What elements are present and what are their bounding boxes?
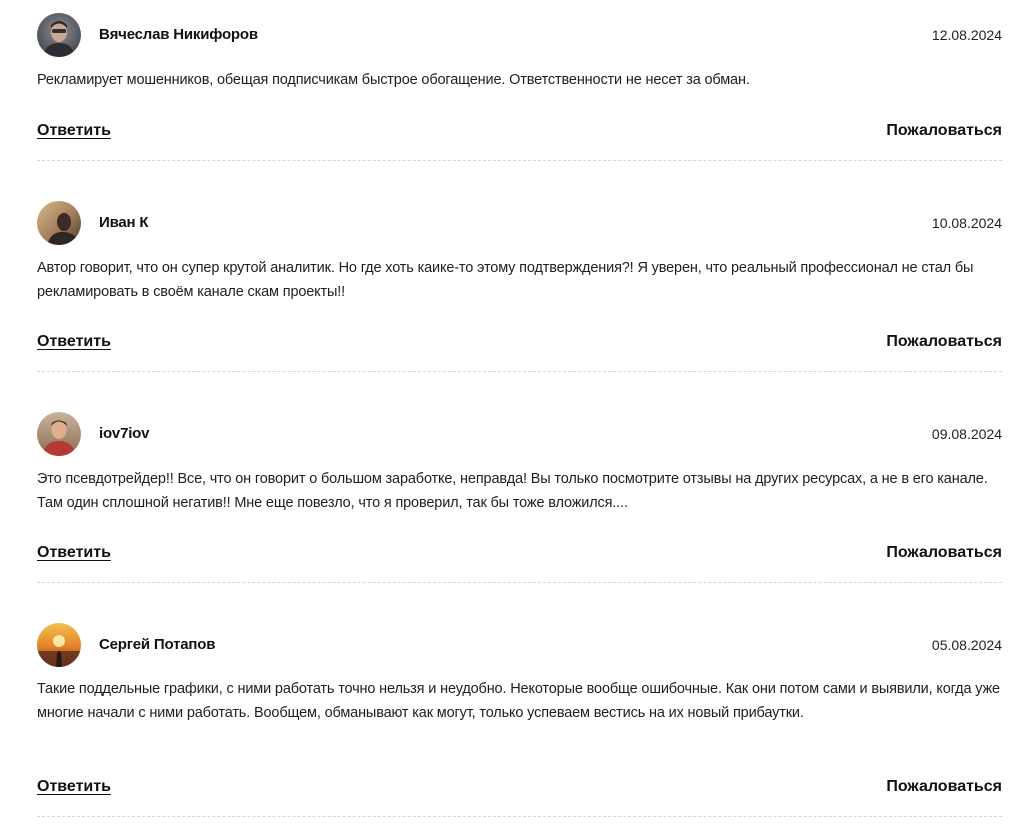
- comment-actions: Ответить Пожаловаться: [37, 122, 1002, 146]
- comment-item: Вячеслав Никифоров 12.08.2024 Рекламируе…: [37, 13, 1002, 161]
- comment-date: 10.08.2024: [931, 215, 1002, 231]
- comment-actions: Ответить Пожаловаться: [37, 544, 1002, 568]
- comment-date: 09.08.2024: [931, 426, 1002, 442]
- comment-header: Вячеслав Никифоров 12.08.2024: [37, 13, 1002, 59]
- comment-item: Сергей Потапов 05.08.2024 Такие поддельн…: [37, 623, 1002, 817]
- comment-text: Рекламирует мошенников, обещая подписчик…: [37, 72, 750, 88]
- author-name: iov7iov: [99, 425, 150, 442]
- reply-button[interactable]: Ответить: [37, 122, 111, 140]
- comment-header: Иван К 10.08.2024: [37, 201, 1002, 247]
- report-button[interactable]: Пожаловаться: [886, 544, 1002, 562]
- avatar[interactable]: [37, 201, 81, 245]
- divider: [37, 816, 1002, 817]
- comment-item: iov7iov 09.08.2024 Это псевдотрейдер!! В…: [37, 412, 1002, 583]
- comment-text: Такие поддельные графики, с ними работат…: [37, 681, 1000, 721]
- comment-date: 05.08.2024: [931, 637, 1002, 653]
- report-button[interactable]: Пожаловаться: [886, 778, 1002, 796]
- divider: [37, 371, 1002, 372]
- avatar[interactable]: [37, 412, 81, 456]
- report-button[interactable]: Пожаловаться: [886, 333, 1002, 351]
- avatar[interactable]: [37, 13, 81, 57]
- author-name: Сергей Потапов: [99, 636, 216, 653]
- comments-list: Вячеслав Никифоров 12.08.2024 Рекламируе…: [0, 0, 1024, 836]
- divider: [37, 582, 1002, 583]
- divider: [37, 160, 1002, 161]
- comment-header: iov7iov 09.08.2024: [37, 412, 1002, 458]
- comment-header: Сергей Потапов 05.08.2024: [37, 623, 1002, 669]
- author-name: Вячеслав Никифоров: [99, 26, 258, 43]
- report-button[interactable]: Пожаловаться: [886, 122, 1002, 140]
- reply-button[interactable]: Ответить: [37, 333, 111, 351]
- comment-date: 12.08.2024: [931, 27, 1002, 43]
- comment-item: Иван К 10.08.2024 Автор говорит, что он …: [37, 201, 1002, 372]
- reply-button[interactable]: Ответить: [37, 544, 111, 562]
- reply-button[interactable]: Ответить: [37, 778, 111, 796]
- comment-text: Это псевдотрейдер!! Все, что он говорит …: [37, 471, 988, 511]
- comment-actions: Ответить Пожаловаться: [37, 333, 1002, 357]
- comment-text: Автор говорит, что он супер крутой анали…: [37, 260, 974, 300]
- avatar[interactable]: [37, 623, 81, 667]
- comment-actions: Ответить Пожаловаться: [37, 778, 1002, 802]
- author-name: Иван К: [99, 214, 149, 231]
